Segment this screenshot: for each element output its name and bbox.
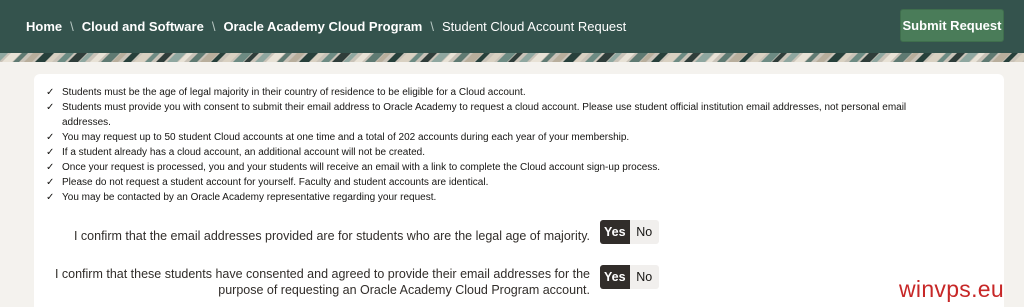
consent-confirmation-label: I confirm that these students have conse… <box>54 267 590 297</box>
request-info-panel: ✓ Students must be the age of legal major… <box>34 74 1004 307</box>
checkmark-icon: ✓ <box>46 192 55 203</box>
submit-request-button[interactable]: Submit Request <box>900 9 1004 42</box>
page-header: Home \ Cloud and Software \ Oracle Acade… <box>0 0 1024 53</box>
breadcrumb: Home \ Cloud and Software \ Oracle Acade… <box>26 0 626 53</box>
no-option[interactable]: No <box>630 265 660 289</box>
list-item: ✓ You may be contacted by an Oracle Acade… <box>46 190 946 205</box>
breadcrumb-separator: \ <box>70 19 74 34</box>
checkmark-icon: ✓ <box>46 102 55 113</box>
list-item: ✓ You may request up to 50 student Cloud … <box>46 130 946 145</box>
list-item: ✓ Students must be the age of legal major… <box>46 85 946 100</box>
decorative-pattern-band <box>0 53 1024 62</box>
yes-option[interactable]: Yes <box>600 220 630 244</box>
checkmark-icon: ✓ <box>46 177 55 188</box>
list-item: ✓ Please do not request a student account… <box>46 175 946 190</box>
no-option[interactable]: No <box>630 220 660 244</box>
requirements-list: ✓ Students must be the age of legal major… <box>46 85 946 205</box>
watermark-text: winvps.eu <box>899 276 1004 302</box>
requirement-text: Once your request is processed, you and … <box>62 162 661 173</box>
age-majority-yes-no-toggle[interactable]: Yes No <box>600 220 659 244</box>
requirement-text: You may request up to 50 student Cloud a… <box>62 132 630 143</box>
requirement-text: You may be contacted by an Oracle Academ… <box>62 192 437 203</box>
checkmark-icon: ✓ <box>46 162 55 173</box>
requirement-text: Students must provide you with consent t… <box>62 102 907 128</box>
checkmark-icon: ✓ <box>46 132 55 143</box>
breadcrumb-current-page: Student Cloud Account Request <box>441 19 627 34</box>
consent-yes-no-toggle[interactable]: Yes No <box>600 265 659 289</box>
list-item: ✓ Once your request is processed, you and… <box>46 160 946 175</box>
breadcrumb-separator: \ <box>211 19 216 34</box>
requirement-text: Please do not request a student account … <box>62 177 489 188</box>
breadcrumb-cloud-and-software[interactable]: Cloud and Software <box>82 19 204 34</box>
yes-option[interactable]: Yes <box>600 265 630 289</box>
requirement-text: Students must be the age of legal majori… <box>62 87 526 98</box>
checkmark-icon: ✓ <box>46 147 55 158</box>
breadcrumb-separator: \ <box>430 19 434 34</box>
breadcrumb-oracle-academy-cloud-program[interactable]: Oracle Academy Cloud Program <box>223 19 422 34</box>
list-item: ✓ If a student already has a cloud accoun… <box>46 145 946 160</box>
requirement-text: If a student already has a cloud account… <box>62 147 426 158</box>
breadcrumb-home[interactable]: Home <box>26 19 62 34</box>
age-majority-confirmation-label: I confirm that the email addresses provi… <box>73 229 590 243</box>
list-item: ✓ Students must provide you with consent … <box>46 100 946 130</box>
checkmark-icon: ✓ <box>46 87 55 98</box>
